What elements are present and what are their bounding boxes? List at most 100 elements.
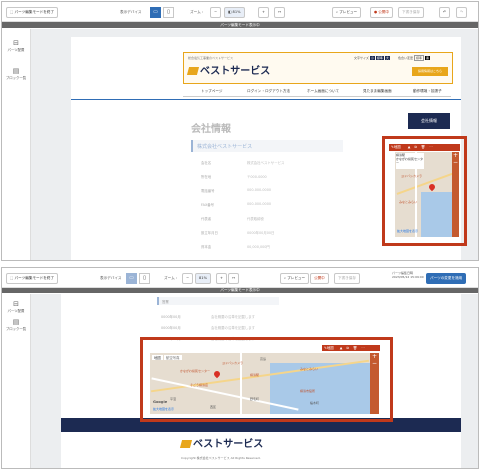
table-row-value: 代表取締役 [247,217,264,221]
map-zoom-controls: + − [370,353,379,414]
mobile-device-icon[interactable]: ▯ [163,7,174,18]
nav-item-login[interactable]: ログイン・ログアウト方法 [247,89,290,94]
embedded-map[interactable]: 地図 航空写真 ヨドバシカメラ かながわ県民センター 横浜駅 みなとみらい そご… [150,353,370,414]
copy-icon[interactable]: ⧉ [414,145,416,149]
edit-part-button[interactable]: ✎地図 [322,346,334,350]
table-row-key: 0000年00月 [161,315,181,319]
map-pin-icon[interactable] [427,182,437,192]
nav-item-editor[interactable]: 見たまま編集画面 [363,89,392,94]
map-zoom-in-button[interactable]: + [370,353,379,360]
preview-button[interactable]: ⌕ プレビュー [280,273,310,284]
font-std-button[interactable]: 標準 [375,56,384,60]
zoom-value-field[interactable]: 81% [195,273,211,284]
map-area-label: 高島 [260,357,267,361]
font-large-button[interactable]: 大 [384,56,390,60]
editor-window-desktop: ⬚ パーツ編集モードを終了 表示デバイス ▭ ▯ ズーム : − ◧ 81% +… [1,1,479,261]
exit-edit-mode-button[interactable]: ⬚ パーツ編集モードを終了 [6,7,59,18]
nav-item-top[interactable]: トップページ [201,89,223,94]
copy-icon[interactable]: ⧉ [346,346,348,350]
sidebar-item-blocks[interactable]: ▤ ブロック一覧 [4,318,28,331]
undo-button[interactable]: ↶ [439,7,451,18]
nav-item-home[interactable]: ホーム画面について [307,89,339,94]
font-small-button[interactable]: 小 [369,56,375,60]
site-logo[interactable]: ベストサービス [186,62,270,77]
editor-toolbar: ⬚ パーツ編集モードを終了 表示デバイス ▭ ▯ ズーム : − 81% + ↔… [2,268,478,288]
map-part-toolbar: ✎地図 ▲ ⧉ 🗑 ⋯ [389,144,460,151]
table-row-key: 代表者 [201,217,212,221]
recruit-cta-button[interactable]: 採用情報はこちら [412,67,448,76]
footer-logo[interactable]: ベストサービス [179,435,263,450]
footer-copyright: Copyright 株式会社ベストサービス All Rights Reserve… [181,456,261,460]
table-row-key: 所在地 [201,175,212,179]
embedded-map[interactable]: 横浜駅 かながわ県民センター ヨドバシカメラ みなとみらい 拡大地図を表示 [395,152,459,237]
zoom-in-button[interactable]: + [216,273,228,284]
delete-icon[interactable]: 🗑 [353,346,357,350]
edit-part-button[interactable]: ✎地図 [389,145,401,149]
publish-status-button[interactable]: 公開中 [310,273,329,284]
draft-save-button[interactable]: 下書き保存 [398,7,424,18]
table-row-key: 設立年月日 [201,231,218,235]
map-poi-label: みなとみらい [300,367,319,371]
mobile-device-icon[interactable]: ▯ [139,273,150,284]
move-up-icon[interactable]: ▲ [408,145,411,149]
zoom-reset-button[interactable]: ↔ [228,273,240,284]
apply-changes-button[interactable]: パーツの変更を適用 [426,273,467,284]
google-logo: Google [153,400,168,404]
zoom-out-button[interactable]: − [182,273,194,284]
preview-button[interactable]: ⌕ プレビュー [332,7,362,18]
map-tab-map[interactable]: 地図 [152,355,163,360]
side-menu-company-info[interactable]: 会社情報 [408,113,450,129]
table-row-value: 00,000,000円 [247,245,270,249]
more-icon[interactable]: ⋯ [361,346,364,350]
sidebar-item-blocks[interactable]: ▤ ブロック一覧 [4,67,28,80]
map-poi-label: ヨドバシカメラ [401,174,423,178]
map-zoom-out-button[interactable]: − [452,159,459,166]
bg-black-button[interactable]: 黒 [424,56,430,60]
draft-save-button[interactable]: 下書き保存 [334,273,360,284]
redo-button[interactable]: ↷ [456,7,468,18]
table-row-value: 株式会社ベストサービス [247,161,285,165]
bg-std-button[interactable]: 標準 [413,55,424,61]
table-row-key: 資本金 [201,245,212,249]
exit-edit-mode-button[interactable]: ⬚ パーツ編集モードを終了 [6,273,59,284]
table-row-value: 会社概要の沿革を記載します [211,315,256,319]
map-tab-satellite[interactable]: 航空写真 [164,355,182,360]
sidebar-item-parts[interactable]: ⊟ パーツ配置 [4,300,28,313]
map-pin-icon[interactable] [212,369,222,379]
page-title: 会社情報 [191,124,231,135]
more-icon[interactable]: ⋯ [429,145,432,149]
editor-window-scrolled: ⬚ パーツ編集モードを終了 表示デバイス ▭ ▯ ズーム : − 81% + ↔… [1,267,479,469]
map-area-label: 桜木町 [310,401,320,405]
zoom-reset-button[interactable]: ↔ [274,7,286,18]
zoom-out-button[interactable]: − [210,7,222,18]
editor-sidebar: ⊟ パーツ配置 ▤ ブロック一覧 [2,294,31,468]
section-header: 営業 [157,297,279,305]
device-label: 表示デバイス [120,10,142,14]
logo-icon [186,67,200,75]
edit-mode-banner: パーツ編集モード表示中 [2,288,478,293]
global-nav: トップページ ログイン・ログアウト方法 ホーム画面について 見たまま編集画面 動… [183,86,451,97]
map-area-label: 平沼 [170,397,177,401]
map-zoom-out-button[interactable]: − [370,360,379,367]
publish-status-button[interactable]: ● 公開中 [370,7,394,18]
desktop-device-icon[interactable]: ▭ [126,273,137,284]
editor-sidebar: ⊟ パーツ配置 ▤ ブロック一覧 [2,29,31,260]
delete-icon[interactable]: 🗑 [421,145,425,149]
desktop-device-icon[interactable]: ▭ [150,7,161,18]
table-row-value: 000-000-0000 [247,188,272,192]
table-row-value: 〒000-0000 [247,175,267,179]
map-zoom-in-button[interactable]: + [452,152,459,159]
edit-mode-banner: パーツ編集モード表示中 [2,22,478,28]
zoom-label: ズーム : [190,10,204,14]
zoom-value-field[interactable]: ◧ 81% [224,7,245,18]
parts-icon: ⊟ [13,39,19,47]
map-part-toolbar: ✎地図 ▲ ⧉ 🗑 ⋯ [322,345,380,351]
map-poi-label: かながわ県民センター [180,369,211,373]
nav-item-env[interactable]: 動作環境・拡張子 [413,89,442,94]
larger-map-link[interactable]: 拡大地図を表示 [153,407,174,411]
map-poi-label: そごう横浜店 [190,383,209,387]
larger-map-link[interactable]: 拡大地図を表示 [397,229,418,233]
move-up-icon[interactable]: ▲ [340,346,343,350]
sidebar-item-parts[interactable]: ⊟ パーツ配置 [4,39,28,52]
zoom-in-button[interactable]: + [258,7,270,18]
